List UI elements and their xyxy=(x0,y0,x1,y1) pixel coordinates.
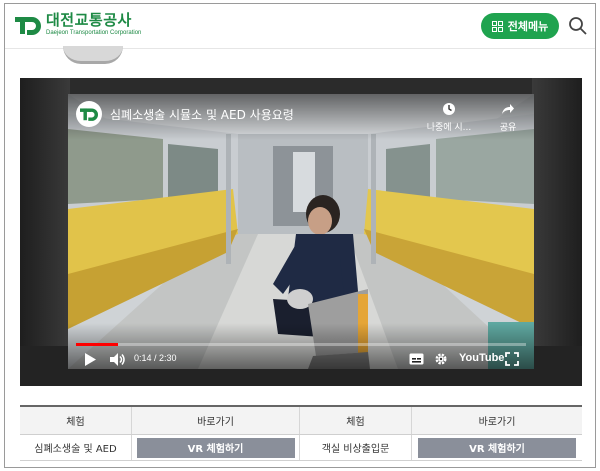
video-backdrop-right xyxy=(532,78,582,386)
full-menu-button[interactable]: 전체메뉴 xyxy=(481,13,559,39)
video-backdrop-left xyxy=(20,78,70,386)
table-header-row: 체험 바로가기 체험 바로가기 xyxy=(20,407,582,435)
watch-later-button[interactable]: 나중에 시... xyxy=(426,102,472,133)
avatar-image xyxy=(63,46,123,64)
logo-mark-icon xyxy=(15,16,41,35)
header-shortcut: 바로가기 xyxy=(132,407,300,434)
header-experience: 체험 xyxy=(300,407,412,434)
time-readout: 0:14 / 2:30 xyxy=(134,353,177,363)
youtube-logo[interactable]: YouTube xyxy=(459,352,504,364)
subtitles-icon[interactable] xyxy=(409,353,424,365)
table-row: 심폐소생술 및 AED VR 체험하기 객실 비상출입문 VR 체험하기 xyxy=(20,435,582,461)
header-shortcut: 바로가기 xyxy=(478,417,516,428)
grid-icon xyxy=(491,20,503,32)
video-player[interactable]: 심폐소생술 시뮬소 및 AED 사용요령 나중에 시... 공유 0:14 / … xyxy=(68,94,534,369)
vr-experience-table: 체험 바로가기 체험 바로가기 심폐소생술 및 AED VR 체험하기 객실 비… xyxy=(20,405,582,461)
experience-name: 객실 비상출입문 xyxy=(300,435,412,460)
play-icon[interactable] xyxy=(84,353,96,366)
video-section: 심폐소생술 시뮬소 및 AED 사용요령 나중에 시... 공유 0:14 / … xyxy=(20,78,582,386)
channel-logo-icon[interactable] xyxy=(76,101,102,127)
logo-subtitle: Daejeon Transportation Corporation xyxy=(46,30,142,36)
control-row: 0:14 / 2:30 YouTube xyxy=(68,350,534,368)
header-experience: 체험 xyxy=(20,407,132,434)
shortcut-cell: VR 체험하기 xyxy=(412,435,582,460)
share-arrow-icon xyxy=(502,104,514,114)
vr-experience-button[interactable]: VR 체험하기 xyxy=(418,437,576,458)
site-logo[interactable]: 대전교통공사 Daejeon Transportation Corporatio… xyxy=(15,12,141,37)
progress-bar[interactable] xyxy=(76,343,526,346)
clock-icon xyxy=(443,103,455,115)
search-icon[interactable] xyxy=(568,16,588,36)
video-title[interactable]: 심폐소생술 시뮬소 및 AED 사용요령 xyxy=(110,106,294,123)
volume-icon[interactable] xyxy=(110,353,126,366)
experience-name: 심폐소생술 및 AED xyxy=(20,435,132,460)
page-frame: 대전교통공사 Daejeon Transportation Corporatio… xyxy=(4,3,596,468)
logo-title: 대전교통공사 xyxy=(46,11,132,29)
vr-experience-button[interactable]: VR 체험하기 xyxy=(136,437,295,458)
gear-icon[interactable] xyxy=(434,352,448,366)
shortcut-cell: VR 체험하기 xyxy=(132,435,300,460)
progress-bar-fill xyxy=(76,343,118,346)
fullscreen-icon[interactable] xyxy=(505,352,519,366)
share-label: 공유 xyxy=(499,123,517,133)
watch-later-label: 나중에 시... xyxy=(426,123,472,133)
share-button[interactable]: 공유 xyxy=(488,102,528,133)
full-menu-label: 전체메뉴 xyxy=(507,20,549,33)
site-header: 대전교통공사 Daejeon Transportation Corporatio… xyxy=(5,4,595,49)
